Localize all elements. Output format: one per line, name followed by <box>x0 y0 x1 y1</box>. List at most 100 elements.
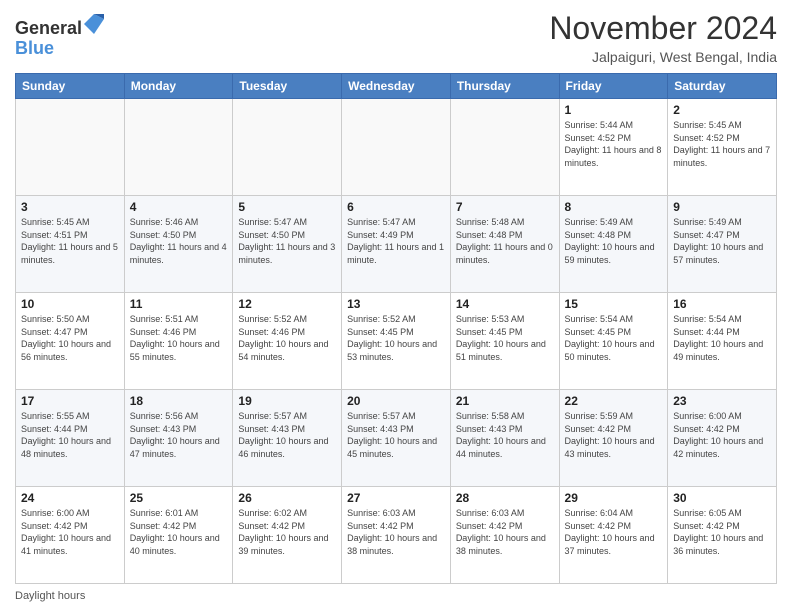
calendar-cell: 17 Sunrise: 5:55 AM Sunset: 4:44 PM Dayli… <box>16 390 125 487</box>
calendar-cell: 1 Sunrise: 5:44 AM Sunset: 4:52 PM Daylig… <box>559 99 668 196</box>
header: General Blue November 2024 Jalpaiguri, W… <box>15 10 777 65</box>
day-info: Sunrise: 5:54 AM Sunset: 4:44 PM Dayligh… <box>673 313 771 363</box>
calendar-cell: 18 Sunrise: 5:56 AM Sunset: 4:43 PM Dayli… <box>124 390 233 487</box>
calendar-cell: 11 Sunrise: 5:51 AM Sunset: 4:46 PM Dayli… <box>124 293 233 390</box>
calendar-cell: 26Sunrise: 6:02 AM Sunset: 4:42 PM Dayli… <box>233 487 342 584</box>
day-info: Sunrise: 5:52 AM Sunset: 4:46 PM Dayligh… <box>238 313 336 363</box>
day-number: 8 <box>565 200 663 214</box>
calendar-cell: 19 Sunrise: 5:57 AM Sunset: 4:43 PM Dayli… <box>233 390 342 487</box>
calendar-cell: 29Sunrise: 6:04 AM Sunset: 4:42 PM Dayli… <box>559 487 668 584</box>
col-wednesday: Wednesday <box>342 74 451 99</box>
day-info: Sunrise: 5:49 AM Sunset: 4:47 PM Dayligh… <box>673 216 771 266</box>
day-info: Sunrise: 6:00 AM Sunset: 4:42 PM Dayligh… <box>673 410 771 460</box>
calendar-cell <box>342 99 451 196</box>
day-number: 29 <box>565 491 663 505</box>
day-number: 7 <box>456 200 554 214</box>
day-number: 14 <box>456 297 554 311</box>
calendar-cell: 14 Sunrise: 5:53 AM Sunset: 4:45 PM Dayli… <box>450 293 559 390</box>
calendar-cell: 16 Sunrise: 5:54 AM Sunset: 4:44 PM Dayli… <box>668 293 777 390</box>
calendar-cell: 10Sunrise: 5:50 AM Sunset: 4:47 PM Dayli… <box>16 293 125 390</box>
calendar-cell: 6Sunrise: 5:47 AM Sunset: 4:49 PM Daylig… <box>342 196 451 293</box>
day-number: 6 <box>347 200 445 214</box>
day-number: 17 <box>21 394 119 408</box>
calendar-cell: 24Sunrise: 6:00 AM Sunset: 4:42 PM Dayli… <box>16 487 125 584</box>
header-row: Sunday Monday Tuesday Wednesday Thursday… <box>16 74 777 99</box>
day-info: Sunrise: 6:03 AM Sunset: 4:42 PM Dayligh… <box>347 507 445 557</box>
calendar-cell: 5 Sunrise: 5:47 AM Sunset: 4:50 PM Daylig… <box>233 196 342 293</box>
calendar-cell: 27 Sunrise: 6:03 AM Sunset: 4:42 PM Dayli… <box>342 487 451 584</box>
logo-blue-text: Blue <box>15 39 104 59</box>
calendar-cell: 9Sunrise: 5:49 AM Sunset: 4:47 PM Daylig… <box>668 196 777 293</box>
day-info: Sunrise: 5:59 AM Sunset: 4:42 PM Dayligh… <box>565 410 663 460</box>
day-info: Sunrise: 5:45 AM Sunset: 4:51 PM Dayligh… <box>21 216 119 266</box>
day-info: Sunrise: 5:54 AM Sunset: 4:45 PM Dayligh… <box>565 313 663 363</box>
calendar-cell: 23 Sunrise: 6:00 AM Sunset: 4:42 PM Dayli… <box>668 390 777 487</box>
day-number: 2 <box>673 103 771 117</box>
day-number: 13 <box>347 297 445 311</box>
day-number: 25 <box>130 491 228 505</box>
day-info: Sunrise: 6:05 AM Sunset: 4:42 PM Dayligh… <box>673 507 771 557</box>
calendar-table: Sunday Monday Tuesday Wednesday Thursday… <box>15 73 777 584</box>
day-number: 27 <box>347 491 445 505</box>
calendar-cell: 8 Sunrise: 5:49 AM Sunset: 4:48 PM Daylig… <box>559 196 668 293</box>
day-info: Sunrise: 5:57 AM Sunset: 4:43 PM Dayligh… <box>238 410 336 460</box>
day-number: 18 <box>130 394 228 408</box>
calendar-cell: 20 Sunrise: 5:57 AM Sunset: 4:43 PM Dayli… <box>342 390 451 487</box>
day-info: Sunrise: 5:45 AM Sunset: 4:52 PM Dayligh… <box>673 119 771 169</box>
calendar-cell: 2 Sunrise: 5:45 AM Sunset: 4:52 PM Daylig… <box>668 99 777 196</box>
day-number: 22 <box>565 394 663 408</box>
day-number: 5 <box>238 200 336 214</box>
col-thursday: Thursday <box>450 74 559 99</box>
day-number: 3 <box>21 200 119 214</box>
day-info: Sunrise: 6:00 AM Sunset: 4:42 PM Dayligh… <box>21 507 119 557</box>
col-saturday: Saturday <box>668 74 777 99</box>
day-number: 1 <box>565 103 663 117</box>
day-info: Sunrise: 5:52 AM Sunset: 4:45 PM Dayligh… <box>347 313 445 363</box>
day-info: Sunrise: 5:49 AM Sunset: 4:48 PM Dayligh… <box>565 216 663 266</box>
calendar-cell: 15 Sunrise: 5:54 AM Sunset: 4:45 PM Dayli… <box>559 293 668 390</box>
week-row-4: 24Sunrise: 6:00 AM Sunset: 4:42 PM Dayli… <box>16 487 777 584</box>
calendar-cell: 28 Sunrise: 6:03 AM Sunset: 4:42 PM Dayli… <box>450 487 559 584</box>
logo: General Blue <box>15 14 104 59</box>
day-number: 20 <box>347 394 445 408</box>
day-number: 23 <box>673 394 771 408</box>
day-info: Sunrise: 5:53 AM Sunset: 4:45 PM Dayligh… <box>456 313 554 363</box>
page: General Blue November 2024 Jalpaiguri, W… <box>0 0 792 612</box>
logo-icon <box>84 14 104 34</box>
day-info: Sunrise: 6:01 AM Sunset: 4:42 PM Dayligh… <box>130 507 228 557</box>
week-row-0: 1 Sunrise: 5:44 AM Sunset: 4:52 PM Daylig… <box>16 99 777 196</box>
day-info: Sunrise: 5:48 AM Sunset: 4:48 PM Dayligh… <box>456 216 554 266</box>
col-friday: Friday <box>559 74 668 99</box>
day-info: Sunrise: 5:58 AM Sunset: 4:43 PM Dayligh… <box>456 410 554 460</box>
calendar-cell <box>233 99 342 196</box>
logo-text: General <box>15 14 104 39</box>
day-number: 26 <box>238 491 336 505</box>
day-number: 15 <box>565 297 663 311</box>
day-number: 11 <box>130 297 228 311</box>
daylight-label: Daylight hours <box>15 590 85 602</box>
col-sunday: Sunday <box>16 74 125 99</box>
day-info: Sunrise: 5:57 AM Sunset: 4:43 PM Dayligh… <box>347 410 445 460</box>
week-row-2: 10Sunrise: 5:50 AM Sunset: 4:47 PM Dayli… <box>16 293 777 390</box>
calendar-cell: 4Sunrise: 5:46 AM Sunset: 4:50 PM Daylig… <box>124 196 233 293</box>
calendar-cell: 13 Sunrise: 5:52 AM Sunset: 4:45 PM Dayli… <box>342 293 451 390</box>
day-info: Sunrise: 5:51 AM Sunset: 4:46 PM Dayligh… <box>130 313 228 363</box>
day-number: 28 <box>456 491 554 505</box>
day-info: Sunrise: 6:03 AM Sunset: 4:42 PM Dayligh… <box>456 507 554 557</box>
day-number: 10 <box>21 297 119 311</box>
month-title: November 2024 <box>549 10 777 47</box>
day-info: Sunrise: 5:55 AM Sunset: 4:44 PM Dayligh… <box>21 410 119 460</box>
day-number: 4 <box>130 200 228 214</box>
day-info: Sunrise: 5:56 AM Sunset: 4:43 PM Dayligh… <box>130 410 228 460</box>
day-number: 19 <box>238 394 336 408</box>
day-number: 16 <box>673 297 771 311</box>
week-row-3: 17 Sunrise: 5:55 AM Sunset: 4:44 PM Dayli… <box>16 390 777 487</box>
day-info: Sunrise: 5:47 AM Sunset: 4:50 PM Dayligh… <box>238 216 336 266</box>
week-row-1: 3 Sunrise: 5:45 AM Sunset: 4:51 PM Daylig… <box>16 196 777 293</box>
day-info: Sunrise: 5:44 AM Sunset: 4:52 PM Dayligh… <box>565 119 663 169</box>
calendar-cell <box>16 99 125 196</box>
day-number: 12 <box>238 297 336 311</box>
day-number: 30 <box>673 491 771 505</box>
calendar-cell: 30 Sunrise: 6:05 AM Sunset: 4:42 PM Dayli… <box>668 487 777 584</box>
title-section: November 2024 Jalpaiguri, West Bengal, I… <box>549 10 777 65</box>
